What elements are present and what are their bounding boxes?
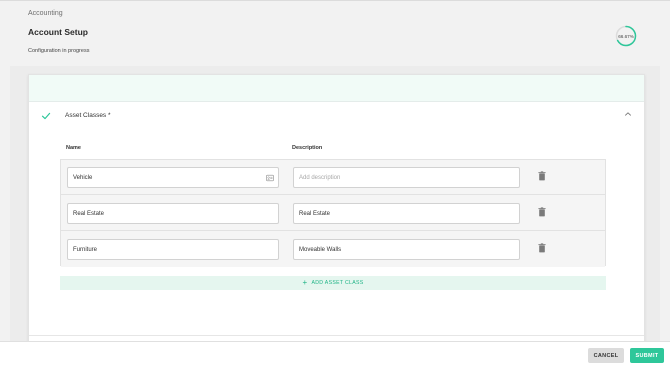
name-value: Real Estate — [73, 210, 105, 217]
page-title: Account Setup — [28, 27, 88, 37]
section-title[interactable]: Asset Classes * — [65, 112, 111, 119]
top-divider — [0, 0, 670, 1]
cancel-button[interactable]: CANCEL — [588, 348, 624, 363]
column-header-description: Description — [292, 145, 323, 151]
name-value: Vehicle — [73, 174, 93, 181]
submit-button[interactable]: SUBMIT — [630, 348, 664, 363]
table-row: Vehicle Add description — [61, 160, 605, 195]
card-header-bar — [29, 75, 644, 102]
name-field[interactable]: Real Estate — [67, 203, 279, 224]
progress-indicator: 66.67% — [615, 25, 637, 47]
name-field[interactable]: Furniture — [67, 239, 279, 260]
footer-bar: CANCEL SUBMIT — [0, 341, 670, 365]
setup-card: Asset Classes * Name Description Vehicle… — [28, 74, 645, 342]
progress-label: 66.67% — [618, 33, 634, 39]
trash-icon[interactable] — [538, 171, 546, 181]
description-field[interactable]: Add description — [293, 167, 520, 188]
page: Accounting Account Setup Configuration i… — [0, 0, 670, 365]
asset-class-table: Vehicle Add description Real Estate Real… — [60, 159, 606, 267]
description-field[interactable]: Real Estate — [293, 203, 520, 224]
description-field[interactable]: Moveable Walls — [293, 239, 520, 260]
plus-icon: + — [302, 278, 308, 287]
trash-icon[interactable] — [538, 207, 546, 217]
name-field[interactable]: Vehicle — [67, 167, 279, 188]
description-value: Real Estate — [299, 210, 331, 217]
table-row: Real Estate Real Estate — [61, 196, 605, 231]
add-asset-class-button[interactable]: + ADD ASSET CLASS — [60, 276, 606, 290]
column-header-name: Name — [66, 145, 81, 151]
card-divider — [29, 335, 644, 336]
checkmark-icon — [41, 112, 51, 120]
id-card-icon[interactable] — [266, 174, 274, 182]
description-value: Moveable Walls — [299, 246, 342, 253]
trash-icon[interactable] — [538, 243, 546, 253]
chevron-up-icon[interactable] — [624, 110, 632, 118]
breadcrumb[interactable]: Accounting — [28, 10, 63, 17]
table-row: Furniture Moveable Walls — [61, 232, 605, 267]
add-asset-class-label: ADD ASSET CLASS — [311, 280, 364, 286]
name-value: Furniture — [73, 246, 98, 253]
page-subtitle: Configuration in progress — [28, 48, 90, 54]
